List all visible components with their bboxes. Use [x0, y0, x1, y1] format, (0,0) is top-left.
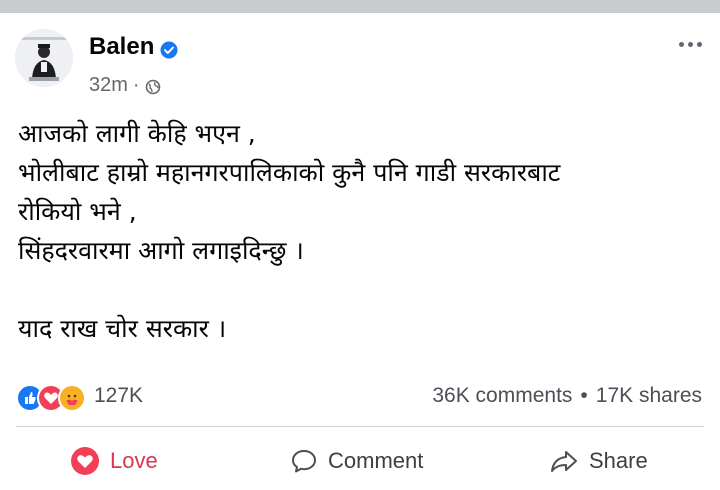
engagement-stats: 127K 36K comments • 17K shares [0, 380, 720, 412]
stats-separator: • [580, 384, 588, 407]
more-options-button[interactable] [672, 34, 708, 54]
author-name[interactable]: Balen [89, 33, 178, 61]
avatar[interactable] [15, 29, 73, 87]
post-line-blank [18, 270, 708, 309]
verified-badge-icon [160, 38, 178, 59]
love-button-label: Love [110, 448, 158, 473]
more-dot-icon [687, 41, 693, 47]
post-body: आजको लागी केहि भएन , भोलीबाट हाम्रो महान… [18, 114, 708, 348]
comment-button[interactable]: Comment [290, 436, 423, 486]
post-line: आजको लागी केहि भएन , [18, 119, 256, 148]
more-dot-icon [696, 41, 702, 47]
love-button[interactable]: Love [70, 436, 158, 486]
top-separator-bar [0, 0, 720, 13]
comment-button-label: Comment [328, 448, 424, 473]
post-line: सिंहदरवारमा आगो लगाइदिन्छु । [18, 236, 304, 265]
post-line: रोकियो भने , [18, 197, 137, 226]
love-heart-icon [71, 447, 99, 475]
public-globe-icon [145, 78, 161, 94]
author-name-text[interactable]: Balen [89, 33, 154, 61]
share-button-label: Share [589, 448, 648, 473]
shares-count[interactable]: 17K shares [596, 384, 702, 408]
post-actions: Love Comment Share [0, 436, 720, 486]
post-line: भोलीबाट हाम्रो महानगरपालिकाको कुनै पनि ग… [18, 158, 561, 187]
reaction-icons[interactable] [16, 384, 86, 412]
care-reaction-icon [58, 384, 86, 412]
share-arrow-icon [551, 451, 577, 472]
actions-divider [16, 426, 704, 427]
share-button[interactable]: Share [549, 436, 648, 486]
comments-shares-summary: 36K comments • 17K shares [432, 384, 702, 408]
post-timestamp[interactable]: 32m [89, 74, 128, 97]
meta-separator: · [132, 74, 140, 96]
reactions-count[interactable]: 127K [94, 384, 143, 408]
profile-photo-icon [15, 29, 73, 87]
comments-count[interactable]: 36K comments [432, 384, 572, 408]
post-meta: 32m · [89, 74, 161, 97]
post-line: याद राख चोर सरकार । [18, 314, 227, 343]
more-dot-icon [678, 41, 684, 47]
comment-bubble-icon [292, 450, 316, 473]
